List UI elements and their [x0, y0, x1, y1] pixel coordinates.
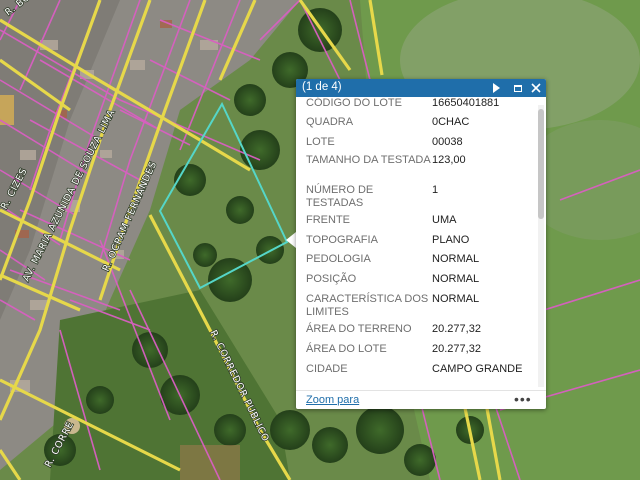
attribute-row: CARACTERÍSTICA DOS LIMITES NORMAL — [296, 293, 536, 318]
maximize-button[interactable] — [510, 79, 526, 97]
scrollbar-thumb[interactable] — [538, 109, 544, 219]
feature-popup: (1 de 4) CÓDIGO DO LOTE 16650401881 QUADRA… — [296, 79, 546, 409]
attribute-row: QUADRA 0CHAC — [296, 116, 536, 129]
attribute-row: TOPOGRAFIA PLANO — [296, 234, 536, 247]
attribute-row: ÁREA DO LOTE 20.277,32 — [296, 343, 536, 356]
attribute-value: CAMPO GRANDE — [432, 363, 523, 375]
attribute-row: ÁREA DO TERRENO 20.277,32 — [296, 323, 536, 336]
attribute-key: NÚMERO DE TESTADAS — [306, 184, 374, 209]
attribute-row: LOTE 00038 — [296, 136, 536, 149]
attribute-key: POSIÇÃO — [306, 273, 357, 285]
attribute-value: NORMAL — [432, 273, 480, 285]
attribute-row: CÓDIGO DO LOTE 16650401881 — [296, 97, 536, 110]
popup-scrollbar[interactable] — [538, 105, 544, 387]
attribute-key: TOPOGRAFIA — [306, 234, 378, 246]
attribute-value: 123,00 — [432, 154, 466, 166]
attribute-value: 0CHAC — [432, 116, 470, 128]
close-button[interactable] — [528, 79, 544, 97]
attribute-value: NORMAL — [432, 253, 480, 265]
attribute-key: ÁREA DO LOTE — [306, 343, 387, 355]
attribute-value: 20.277,32 — [432, 323, 481, 335]
attribute-key: CARACTERÍSTICA DOS LIMITES — [306, 293, 429, 318]
attribute-value: 00038 — [432, 136, 463, 148]
attribute-key: QUADRA — [306, 116, 354, 128]
attribute-row: CIDADE CAMPO GRANDE — [296, 363, 536, 376]
attribute-key: CÓDIGO DO LOTE — [306, 97, 402, 109]
attribute-key: CIDADE — [306, 363, 348, 375]
attribute-row: FRENTE UMA — [296, 214, 536, 227]
close-icon — [531, 83, 541, 93]
attribute-row: TAMANHO DA TESTADA 123,00 — [296, 154, 536, 167]
attribute-row: NÚMERO DE TESTADAS 1 — [296, 184, 536, 209]
soil-patch-2 — [180, 445, 240, 480]
popup-title: (1 de 4) — [302, 81, 342, 93]
zoom-to-link[interactable]: Zoom para — [306, 394, 359, 406]
attribute-value: PLANO — [432, 234, 470, 246]
more-options-button[interactable]: ••• — [514, 391, 532, 407]
popup-body: CÓDIGO DO LOTE 16650401881 QUADRA 0CHAC LOTE… — [296, 97, 546, 409]
popup-footer: Zoom para ••• — [296, 390, 546, 409]
next-feature-button[interactable] — [488, 79, 504, 97]
attribute-key: PEDOLOGIA — [306, 253, 371, 265]
attribute-row: PEDOLOGIA NORMAL — [296, 253, 536, 266]
attribute-value: 1 — [432, 184, 439, 196]
attribute-key: TAMANHO DA TESTADA — [306, 154, 431, 166]
attribute-value: UMA — [432, 214, 457, 226]
attribute-value: 20.277,32 — [432, 343, 481, 355]
attribute-row: POSIÇÃO NORMAL — [296, 273, 536, 286]
popup-pointer — [286, 232, 296, 248]
triangle-right-icon — [492, 83, 500, 93]
attribute-key: LOTE — [306, 136, 335, 148]
ellipsis-icon: ••• — [514, 391, 532, 407]
popup-header: (1 de 4) — [296, 79, 546, 97]
maximize-icon — [514, 84, 522, 92]
attribute-value: NORMAL — [432, 293, 480, 305]
attribute-key: ÁREA DO TERRENO — [306, 323, 412, 335]
attribute-key: FRENTE — [306, 214, 350, 226]
attribute-scroll-area[interactable]: CÓDIGO DO LOTE 16650401881 QUADRA 0CHAC LOTE… — [296, 97, 536, 390]
attribute-value: 16650401881 — [432, 97, 500, 109]
